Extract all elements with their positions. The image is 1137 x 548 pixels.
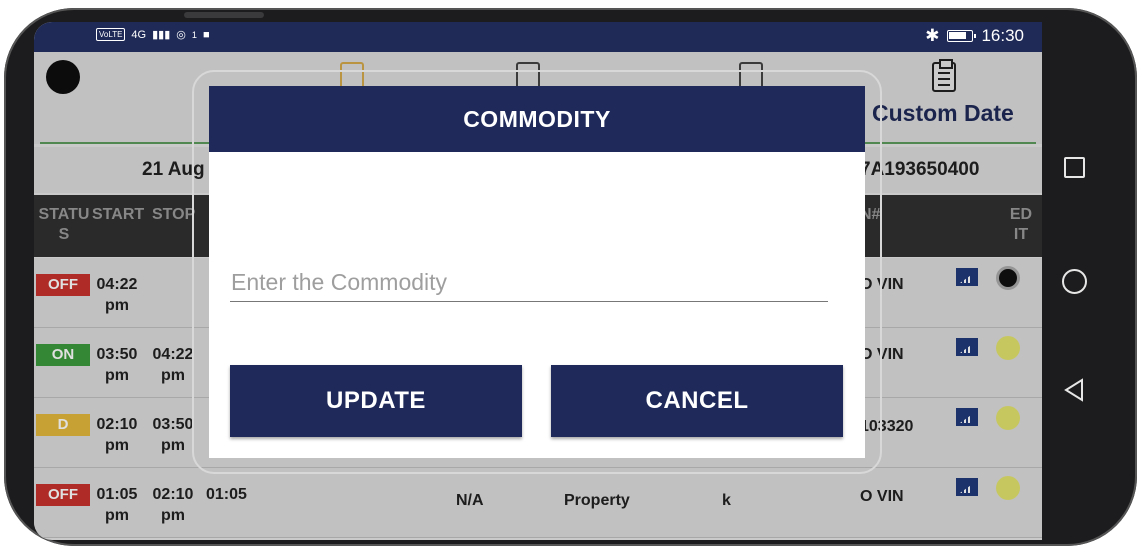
volte-badge: VoLTE: [96, 28, 126, 41]
status-bar: VoLTE 4G ▮▮▮ ◎ 1 ■ ✱ 16:30: [34, 22, 1042, 52]
cancel-button[interactable]: CANCEL: [551, 365, 843, 437]
status-bar-right: ✱ 16:30: [925, 26, 1024, 46]
commodity-input[interactable]: [230, 264, 828, 301]
update-button[interactable]: UPDATE: [230, 365, 522, 437]
hotspot-count: 1: [191, 29, 197, 40]
hotspot-icon: ◎: [176, 29, 186, 41]
bluetooth-icon: ✱: [925, 26, 940, 45]
commodity-dialog: COMMODITY UPDATE CANCEL: [209, 86, 865, 458]
network-type: 4G: [131, 28, 147, 41]
status-bar-left: VoLTE 4G ▮▮▮ ◎ 1 ■: [96, 28, 210, 41]
signal-icon: ▮▮▮: [152, 29, 171, 41]
system-nav-bar: [1042, 22, 1122, 540]
home-icon[interactable]: [1062, 269, 1087, 294]
commodity-input-wrapper: [230, 264, 828, 302]
dialog-title: COMMODITY: [209, 86, 865, 152]
battery-icon: [947, 30, 977, 42]
video-icon: ■: [202, 28, 210, 41]
clock-time: 16:30: [981, 26, 1024, 45]
phone-edge: [184, 12, 264, 18]
back-icon[interactable]: [1063, 378, 1087, 402]
recents-icon[interactable]: [1064, 157, 1085, 178]
